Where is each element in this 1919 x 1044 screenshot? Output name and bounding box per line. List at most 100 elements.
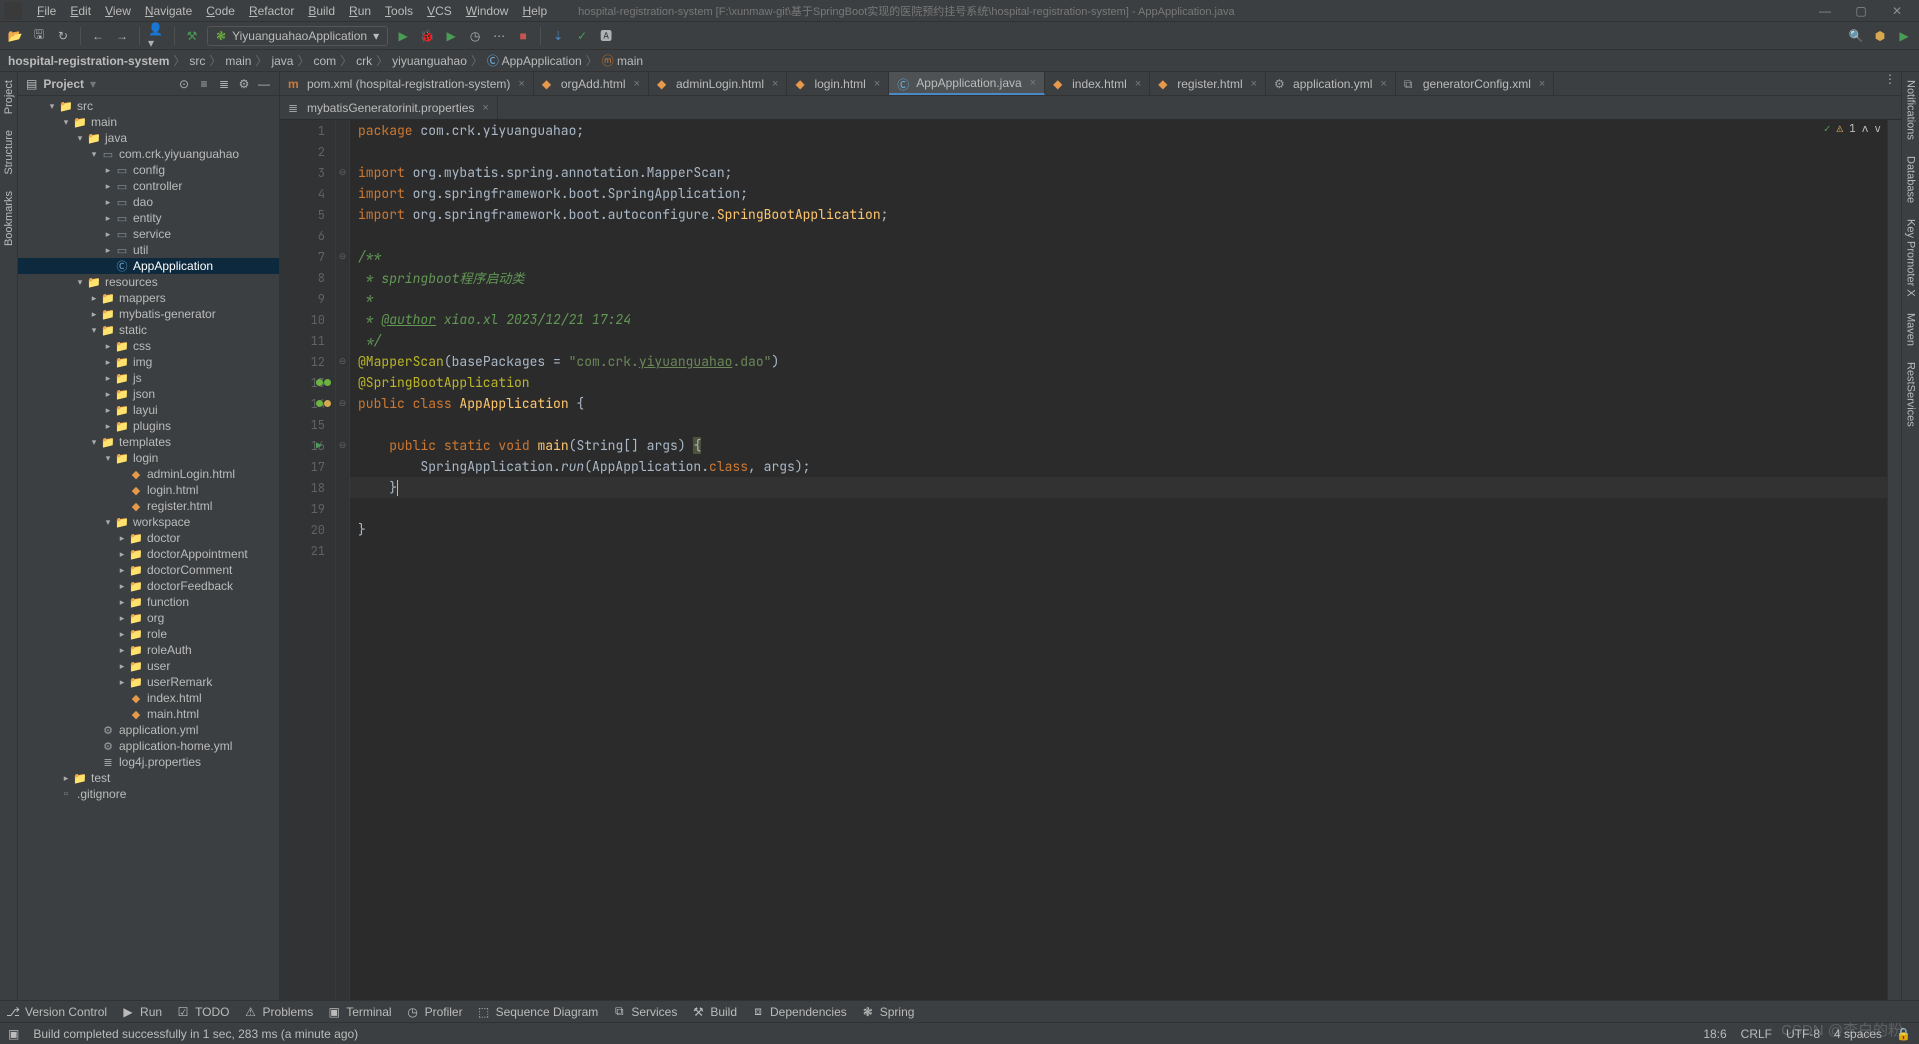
run-config-selector[interactable]: ❃ YiyuanguahaoApplication ▾ [207,26,388,46]
caret-position[interactable]: 18:6 [1703,1027,1726,1041]
collapse-all-icon[interactable]: ≣ [217,77,231,91]
fold-gutter[interactable]: ⊖⊖⊖⊖⊖ [336,120,350,1000]
inspection-ok-icon[interactable]: ✓ [1824,122,1831,136]
tree-item[interactable]: ▸◆adminLogin.html [18,466,279,482]
menu-edit[interactable]: Edit [63,4,98,18]
tree-item[interactable]: ▸▭config [18,162,279,178]
build-icon[interactable]: ⚒ [183,27,201,45]
profile-icon[interactable]: ◷ [466,27,484,45]
readonly-lock-icon[interactable]: 🔒 [1896,1027,1911,1041]
expand-all-icon[interactable]: ≡ [197,77,211,91]
tree-item[interactable]: ▸ⒸAppApplication [18,258,279,274]
tree-item[interactable]: ▾📁java [18,130,279,146]
tree-item[interactable]: ▸📁mybatis-generator [18,306,279,322]
tree-item[interactable]: ▸📁doctorComment [18,562,279,578]
run-anything-icon[interactable]: ▶ [1895,27,1913,45]
bottom-tab-profiler[interactable]: ◷Profiler [406,1005,463,1019]
spring-bean-icon[interactable] [316,400,331,407]
bottom-tab-sequence-diagram[interactable]: ⬚Sequence Diagram [477,1005,599,1019]
tree-item[interactable]: ▸▫.gitignore [18,786,279,802]
close-tab-icon[interactable]: × [1539,78,1545,90]
vcs-pull-icon[interactable]: ⇣ [549,27,567,45]
tree-item[interactable]: ▸📁role [18,626,279,642]
bottom-tab-dependencies[interactable]: ⧈Dependencies [751,1004,847,1019]
menu-window[interactable]: Window [459,4,516,18]
breadcrumb-item[interactable]: com [313,54,336,68]
tree-item[interactable]: ▸📁mappers [18,290,279,306]
bottom-tab-version-control[interactable]: ⎇Version Control [6,1005,107,1019]
close-tab-icon[interactable]: × [482,102,488,114]
sync-icon[interactable]: ↻ [54,27,72,45]
save-all-icon[interactable]: 🖫 [30,27,48,45]
left-tab-project[interactable]: Project [1,72,17,122]
tree-item[interactable]: ▸📁img [18,354,279,370]
tree-item[interactable]: ▾📁login [18,450,279,466]
editor-tab[interactable]: ◆register.html× [1150,72,1266,95]
breadcrumb-item[interactable]: ⓜ main [602,52,643,69]
minimize-button[interactable]: — [1807,4,1843,18]
breadcrumb-item[interactable]: crk [356,54,372,68]
right-tab-key-promoter-x[interactable]: Key Promoter X [1903,211,1919,305]
tree-item[interactable]: ▸◆register.html [18,498,279,514]
menu-run[interactable]: Run [342,4,378,18]
right-tab-restservices[interactable]: RestServices [1903,354,1919,435]
menu-help[interactable]: Help [515,4,554,18]
close-tab-icon[interactable]: × [1380,78,1386,90]
close-tab-icon[interactable]: × [772,78,778,90]
editor-tab[interactable]: ⧉generatorConfig.xml× [1396,72,1555,95]
tree-item[interactable]: ▸📁js [18,370,279,386]
tree-item[interactable]: ▸📁json [18,386,279,402]
open-icon[interactable]: 📂 [6,27,24,45]
tree-item[interactable]: ▸⚙application.yml [18,722,279,738]
tree-item[interactable]: ▾📁main [18,114,279,130]
back-icon[interactable]: ← [89,27,107,45]
error-stripe[interactable] [1887,120,1901,1000]
tree-item[interactable]: ▸📁doctor [18,530,279,546]
code-editor[interactable]: ✓ ⚠1 ʌ v package com.crk.yiyuanguahao; i… [350,120,1887,1000]
tree-item[interactable]: ▸▭controller [18,178,279,194]
project-tree[interactable]: ▾📁src▾📁main▾📁java▾▭com.crk.yiyuanguahao▸… [18,96,279,1000]
attach-icon[interactable]: ⋯ [490,27,508,45]
tree-item[interactable]: ▸📁doctorFeedback [18,578,279,594]
left-tab-structure[interactable]: Structure [1,122,17,183]
tree-item[interactable]: ▸📁test [18,770,279,786]
tree-item[interactable]: ▸📁css [18,338,279,354]
maximize-button[interactable]: ▢ [1843,4,1879,18]
hide-icon[interactable]: — [257,77,271,91]
chevron-down-icon[interactable]: ▾ [90,77,96,91]
tree-item[interactable]: ▸📁doctorAppointment [18,546,279,562]
menu-file[interactable]: File [30,4,63,18]
tree-item[interactable]: ▾▭com.crk.yiyuanguahao [18,146,279,162]
menu-navigate[interactable]: Navigate [138,4,199,18]
editor-tab[interactable]: ◆adminLogin.html× [649,72,788,95]
tree-item[interactable]: ▸▭dao [18,194,279,210]
bottom-tab-problems[interactable]: ⚠Problems [244,1005,314,1019]
line-separator[interactable]: CRLF [1741,1027,1772,1041]
settings-icon[interactable]: ⚙ [237,77,251,91]
debug-icon[interactable]: 🐞 [418,27,436,45]
editor-tab[interactable]: ◆index.html× [1045,72,1150,95]
tree-item[interactable]: ▾📁resources [18,274,279,290]
tree-item[interactable]: ▸📁user [18,658,279,674]
bottom-tab-spring[interactable]: ❃Spring [861,1005,915,1019]
file-encoding[interactable]: UTF-8 [1786,1027,1820,1041]
tree-item[interactable]: ▸📁plugins [18,418,279,434]
close-tab-icon[interactable]: × [1135,78,1141,90]
tree-item[interactable]: ▸📁org [18,610,279,626]
right-tab-database[interactable]: Database [1903,148,1919,211]
left-tab-bookmarks[interactable]: Bookmarks [1,183,17,254]
tree-item[interactable]: ▾📁workspace [18,514,279,530]
breadcrumb-item[interactable]: java [271,54,293,68]
bottom-tab-services[interactable]: ⧉Services [612,1004,677,1019]
search-icon[interactable]: 🔍 [1847,27,1865,45]
menu-code[interactable]: Code [199,4,242,18]
indent-setting[interactable]: 4 spaces [1834,1027,1882,1041]
tree-item[interactable]: ▸▭service [18,226,279,242]
editor-tab[interactable]: ◆login.html× [787,72,889,95]
tree-item[interactable]: ▸📁function [18,594,279,610]
tree-item[interactable]: ▾📁src [18,98,279,114]
close-tab-icon[interactable]: × [1030,77,1036,89]
tree-item[interactable]: ▾📁static [18,322,279,338]
select-opened-file-icon[interactable]: ⊙ [177,77,191,91]
bottom-tab-build[interactable]: ⚒Build [691,1005,737,1019]
